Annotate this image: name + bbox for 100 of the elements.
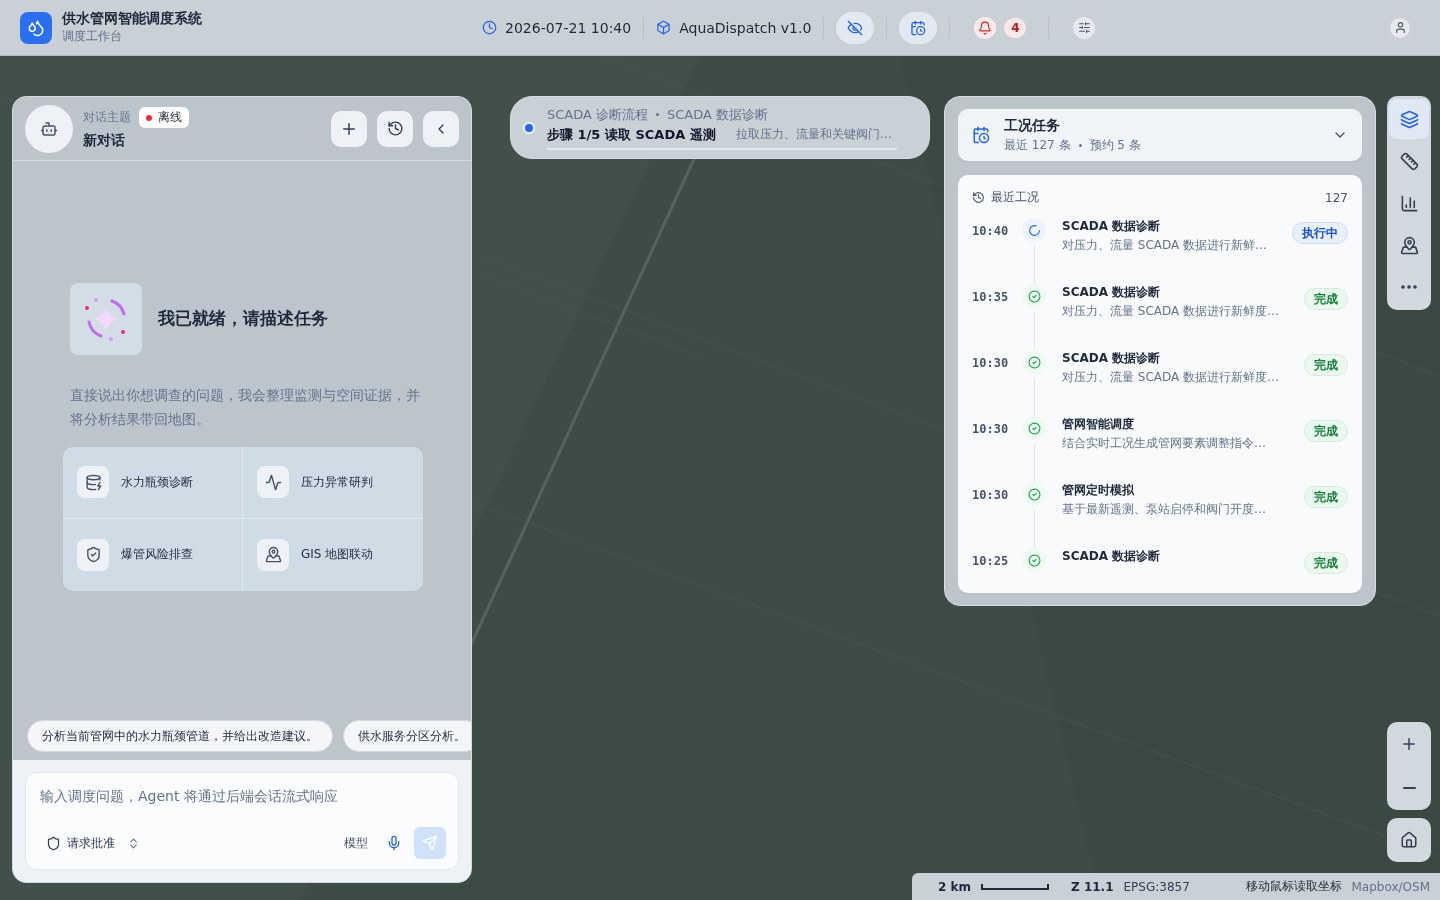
task-description: 基于最新遥测、泵站启停和阀门开度…	[1062, 501, 1267, 518]
map-pin-icon	[264, 546, 282, 563]
ruler-icon	[1399, 151, 1419, 171]
task-time: 10:35	[972, 289, 1010, 306]
message-input[interactable]: 输入调度问题，Agent 将通过后端会话流式响应 请求批准 模型	[25, 772, 459, 870]
task-time: 10:25	[972, 553, 1010, 570]
task-description: 对压力、流量 SCADA 数据进行新鲜度…	[1062, 303, 1281, 320]
scheduled-count: 预约 5 条	[1089, 136, 1141, 154]
approval-selector[interactable]: 请求批准	[38, 834, 148, 852]
check-circle-icon	[1022, 548, 1046, 572]
scale-bar	[981, 883, 1049, 890]
current-datetime: 2026-07-21 10:40	[505, 19, 632, 36]
schedule-toggle[interactable]	[899, 11, 938, 44]
pulse-icon	[264, 473, 282, 491]
settings-button[interactable]	[1073, 16, 1096, 39]
workflow-name: SCADA 诊断流程	[547, 105, 649, 124]
database-icon	[84, 473, 102, 491]
home-icon	[1400, 831, 1418, 849]
check-circle-icon	[1022, 416, 1046, 440]
status-badge: 完成	[1304, 354, 1348, 376]
history-button[interactable]	[377, 110, 413, 147]
tasks-title: 工况任务	[1004, 116, 1061, 135]
task-name: SCADA 数据诊断	[667, 105, 769, 124]
notifications-button[interactable]	[974, 16, 997, 39]
model-selector[interactable]: 模型	[338, 833, 374, 853]
clock-icon	[482, 20, 497, 35]
status-badge: 完成	[1304, 486, 1348, 508]
task-time: 10:30	[972, 487, 1010, 504]
history-icon	[386, 120, 404, 137]
notification-count: 4	[1004, 17, 1027, 38]
task-title: SCADA 数据诊断	[1062, 548, 1162, 565]
coordinate-hint: 移动鼠标读取坐标	[1245, 878, 1342, 895]
bell-icon	[978, 20, 993, 35]
user-button[interactable]	[1390, 17, 1410, 38]
active-step-indicator	[523, 121, 535, 134]
conversation-title: 新对话	[83, 132, 126, 150]
more-icon	[1401, 285, 1417, 289]
connection-status: 离线	[139, 107, 189, 128]
task-description: 对压力、流量 SCADA 数据进行新鲜…	[1062, 237, 1269, 254]
bot-icon	[40, 119, 58, 138]
check-circle-icon	[1022, 482, 1046, 506]
task-title: 管网定时模拟	[1062, 482, 1135, 499]
calendar-clock-icon	[910, 19, 927, 36]
map-attribution: Mapbox/OSM	[1351, 879, 1430, 894]
status-badge: 完成	[1304, 552, 1348, 574]
eye-off-icon	[847, 19, 864, 36]
droplets-icon	[27, 18, 45, 37]
suggestion-chip[interactable]: 供水服务分区分析。	[343, 720, 471, 752]
section-label: 最近工况	[991, 189, 1039, 206]
up-down-icon	[127, 836, 140, 850]
map-tool-button[interactable]	[1389, 99, 1429, 139]
plus-icon	[1400, 735, 1418, 753]
bar-chart-icon	[1399, 193, 1419, 213]
check-circle-icon	[1022, 350, 1046, 374]
quick-action[interactable]: 压力异常研判	[243, 446, 423, 519]
task-time: 10:40	[972, 223, 1010, 240]
app-subtitle: 调度工作台	[62, 28, 123, 45]
quick-action[interactable]: 水力瓶颈诊断	[63, 446, 243, 519]
sparkle-icon	[70, 282, 142, 355]
send-icon	[422, 835, 438, 851]
tasks-header[interactable]: 工况任务 最近 127 条 预约 5 条	[958, 109, 1362, 161]
task-title: 管网智能调度	[1062, 416, 1135, 433]
microphone-icon	[386, 835, 402, 851]
app-title: 供水管网智能调度系统	[62, 10, 203, 28]
scale-label: 2 km	[938, 879, 971, 894]
step-detail: 拉取压力、流量和关键阀门…	[735, 126, 892, 143]
task-description: 结合实时工况生成管网要素调整指令…	[1062, 435, 1267, 452]
cube-icon	[656, 20, 672, 35]
task-title: SCADA 数据诊断	[1062, 350, 1162, 367]
layers-icon	[1399, 109, 1419, 129]
history-icon	[972, 191, 985, 204]
user-icon	[1393, 21, 1407, 34]
shield-icon	[46, 835, 61, 851]
current-step: 步骤 1/5 读取 SCADA 遥测	[547, 125, 716, 144]
minus-icon	[1402, 787, 1416, 789]
new-chat-button[interactable]	[331, 110, 367, 147]
task-description: 对压力、流量 SCADA 数据进行新鲜度…	[1062, 369, 1281, 386]
topic-label: 对话主题	[83, 109, 131, 126]
status-badge: 完成	[1304, 420, 1348, 442]
suggestion-chip[interactable]: 分析当前管网中的水力瓶颈管道，并给出改造建议。	[27, 720, 333, 752]
section-count: 127	[1325, 190, 1348, 205]
welcome-title: 我已就绪，请描述任务	[158, 307, 328, 330]
status-badge: 执行中	[1292, 222, 1348, 244]
projection: EPSG:3857	[1123, 879, 1190, 894]
microphone-button[interactable]	[386, 835, 402, 851]
home-button[interactable]	[1387, 818, 1431, 862]
check-circle-icon	[1022, 284, 1046, 308]
map-pin-icon	[1399, 235, 1419, 255]
separator-dot	[1078, 143, 1082, 147]
welcome-text: 直接说出你想调查的问题，我会整理监测与空间证据，并将分析结果带回地图。	[70, 385, 421, 429]
task-time: 10:30	[972, 355, 1010, 372]
zoom-level: Z 11.1	[1071, 879, 1114, 894]
separator-dot	[656, 113, 660, 116]
calendar-clock-icon	[972, 126, 990, 144]
visibility-toggle[interactable]	[836, 11, 875, 44]
quick-action[interactable]: 爆管风险排查	[63, 518, 243, 591]
quick-action[interactable]: GIS 地图联动	[243, 518, 423, 591]
task-title: SCADA 数据诊断	[1062, 284, 1162, 301]
task-title: SCADA 数据诊断	[1062, 218, 1162, 235]
sliders-icon	[1077, 21, 1091, 34]
